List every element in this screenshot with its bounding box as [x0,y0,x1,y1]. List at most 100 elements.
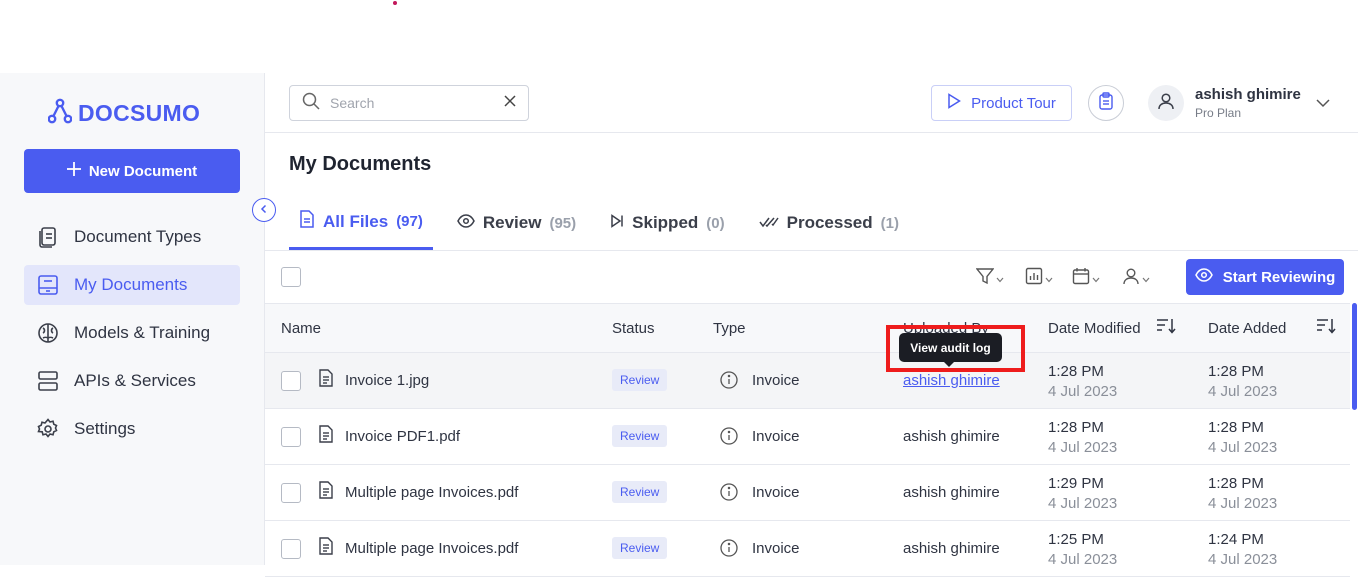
user-filter-dropdown[interactable] [1122,267,1150,290]
sort-icon[interactable] [1156,318,1176,338]
tab-bar: All Files (97) Review (95) Skipped (0) P… [289,196,923,250]
tab-all-files[interactable]: All Files (97) [289,196,433,250]
row-checkbox[interactable] [281,539,301,559]
info-icon[interactable] [720,539,738,561]
row-checkbox[interactable] [281,427,301,447]
column-header-date-modified[interactable]: Date Modified [1048,320,1141,337]
uploaded-by[interactable]: ashish ghimire [903,540,1000,557]
sort-icon[interactable] [1316,318,1336,338]
eye-icon [1194,268,1213,286]
uploaded-by[interactable]: ashish ghimire [903,428,1000,445]
table-row[interactable]: Multiple page Invoices.pdf Review Invoic… [265,521,1350,577]
filter-dropdown[interactable] [975,267,1004,290]
file-name[interactable]: Invoice 1.jpg [345,372,429,389]
document-type: Invoice [752,372,800,389]
time-text: 1:24 PM [1208,531,1264,548]
sidebar-item-label: Document Types [74,227,202,246]
file-name[interactable]: Multiple page Invoices.pdf [345,484,518,501]
search-icon [302,92,320,115]
uploaded-by[interactable]: ashish ghimire [903,484,1000,501]
info-icon[interactable] [720,371,738,393]
column-header-name[interactable]: Name [281,320,321,337]
time-text: 1:29 PM [1048,475,1104,492]
search-box[interactable] [289,85,529,121]
scrollbar-thumb[interactable] [1352,303,1357,410]
date-modified: 1:28 PM 4 Jul 2023 [1048,418,1117,458]
table-row[interactable]: Invoice PDF1.pdf Review Invoice ashish g… [265,409,1350,465]
chevron-down-icon [1142,270,1150,288]
date-filter-dropdown[interactable] [1072,267,1100,290]
date-text: 4 Jul 2023 [1048,383,1118,400]
date-added: 1:28 PM 4 Jul 2023 [1208,474,1277,514]
file-name[interactable]: Invoice PDF1.pdf [345,428,460,445]
date-text: 4 Jul 2023 [1048,551,1118,568]
time-text: 1:25 PM [1048,531,1104,548]
chevron-down-icon[interactable] [1315,95,1331,113]
bar-chart-icon [1025,267,1043,290]
sidebar-item-my-documents[interactable]: My Documents [24,265,240,305]
date-text: 4 Jul 2023 [1208,551,1278,568]
search-input[interactable] [330,95,490,111]
tab-skipped[interactable]: Skipped (0) [600,196,734,250]
logo[interactable]: DOCSUMO [47,98,200,129]
row-checkbox[interactable] [281,371,301,391]
date-modified: 1:25 PM 4 Jul 2023 [1048,530,1117,570]
date-modified: 1:28 PM 4 Jul 2023 [1048,362,1117,402]
uploaded-by-link[interactable]: ashish ghimire [903,372,1000,389]
tab-count: (1) [880,214,899,232]
date-text: 4 Jul 2023 [1048,495,1118,512]
document-type: Invoice [752,484,800,501]
double-check-icon [759,213,779,233]
date-text: 4 Jul 2023 [1208,383,1278,400]
sidebar-item-models-training[interactable]: Models & Training [24,313,240,353]
sidebar-item-document-types[interactable]: Document Types [24,217,240,257]
tab-review[interactable]: Review (95) [447,196,586,250]
user-icon [1157,92,1175,115]
user-name: ashish ghimire [1195,86,1301,103]
tab-processed[interactable]: Processed (1) [749,196,909,250]
column-header-date-added[interactable]: Date Added [1208,320,1286,337]
header: Product Tour ashish ghimire Pro Plan [265,73,1358,133]
date-text: 4 Jul 2023 [1208,439,1278,456]
date-added: 1:28 PM 4 Jul 2023 [1208,362,1277,402]
file-name[interactable]: Multiple page Invoices.pdf [345,540,518,557]
page-title: My Documents [289,153,432,175]
collapse-sidebar-button[interactable] [252,198,276,222]
play-icon [947,93,962,113]
models-brain-icon [36,321,60,345]
date-modified: 1:29 PM 4 Jul 2023 [1048,474,1117,514]
document-type: Invoice [752,540,800,557]
document-type: Invoice [752,428,800,445]
start-reviewing-button[interactable]: Start Reviewing [1186,259,1344,295]
info-icon[interactable] [720,483,738,505]
info-icon[interactable] [720,427,738,449]
date-text: 4 Jul 2023 [1048,439,1118,456]
user-menu[interactable]: ashish ghimire Pro Plan [1148,85,1301,121]
column-header-status[interactable]: Status [612,320,655,337]
document-types-icon [36,225,60,249]
table-row[interactable]: Invoice 1.jpg Review Invoice ashish ghim… [265,353,1350,409]
table-toolbar: Start Reviewing [265,251,1358,303]
time-text: 1:28 PM [1208,475,1264,492]
product-tour-button[interactable]: Product Tour [931,85,1072,121]
eye-icon [457,213,475,233]
select-all-checkbox[interactable] [281,267,301,287]
sidebar-nav: Document Types My Documents Models & Tra… [24,217,240,457]
clear-search-icon[interactable] [504,94,516,112]
avatar [1148,85,1184,121]
column-header-type[interactable]: Type [713,320,746,337]
table-row[interactable]: Multiple page Invoices.pdf Review Invoic… [265,465,1350,521]
clipboard-button[interactable] [1088,85,1124,121]
chart-filter-dropdown[interactable] [1025,267,1053,290]
skip-icon [610,213,624,233]
sidebar-item-settings[interactable]: Settings [24,409,240,449]
product-tour-label: Product Tour [971,94,1056,112]
time-text: 1:28 PM [1048,419,1104,436]
sidebar-item-apis-services[interactable]: APIs & Services [24,361,240,401]
document-icon [318,369,334,391]
gear-icon [36,417,60,441]
time-text: 1:28 PM [1048,363,1104,380]
tab-label: All Files [323,211,389,231]
new-document-button[interactable]: New Document [24,149,240,193]
row-checkbox[interactable] [281,483,301,503]
